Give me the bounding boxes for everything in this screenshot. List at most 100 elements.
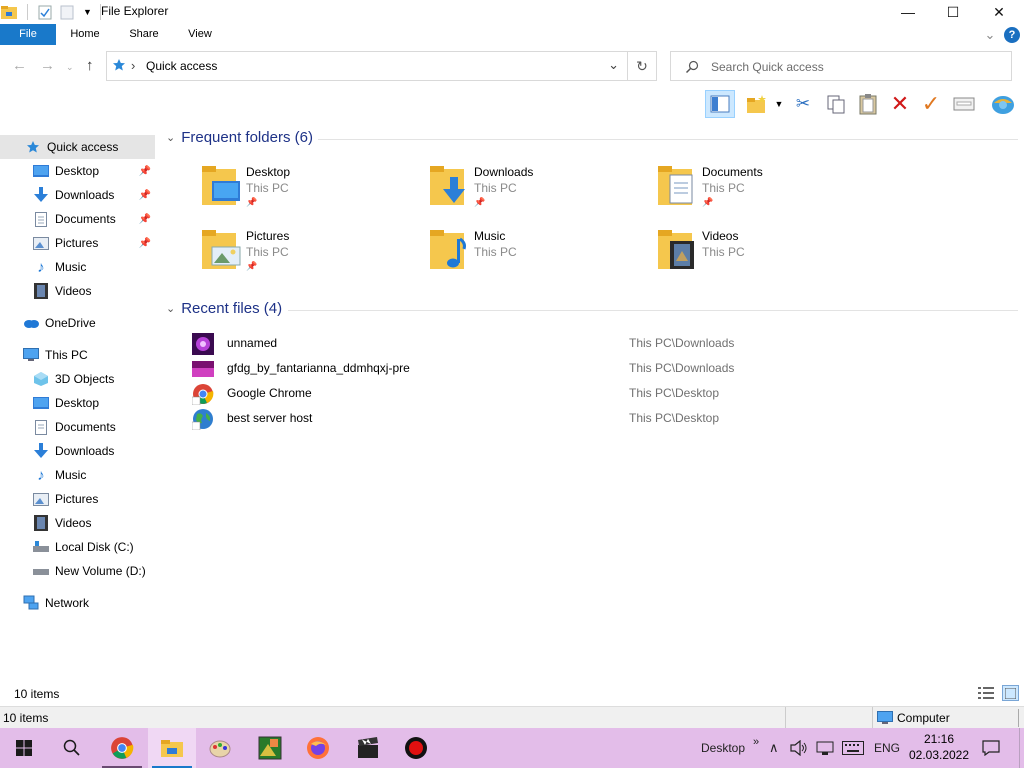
hidden-icons-chevron-icon[interactable]: ∧	[769, 728, 779, 768]
desktop-toolbar-label[interactable]: Desktop	[701, 728, 745, 768]
nav-pc-music[interactable]: ♪ Music	[33, 463, 86, 487]
nav-pc-local-disk-label: Local Disk (C:)	[55, 540, 134, 554]
recent-file-row[interactable]: Google Chrome This PC\Desktop	[190, 381, 1010, 406]
nav-pc-documents[interactable]: Documents	[33, 415, 116, 439]
computer-icon	[877, 711, 893, 728]
record-taskbar-icon[interactable]	[392, 728, 440, 768]
pin-icon[interactable]: 📌	[139, 190, 151, 201]
navigation-pane-icon[interactable]	[705, 90, 735, 118]
nav-qa-desktop[interactable]: Desktop 📌	[33, 159, 155, 183]
nav-pc-videos[interactable]: Videos	[33, 511, 91, 535]
nav-qa-videos[interactable]: Videos	[33, 279, 155, 303]
network-tray-icon[interactable]	[816, 728, 834, 768]
frequent-folder-documents[interactable]: Documents This PC 📌	[656, 163, 856, 219]
notifications-icon[interactable]	[982, 728, 1000, 768]
back-button[interactable]: ←	[12, 57, 27, 74]
maximize-button[interactable]: ☐	[930, 0, 976, 24]
new-folder-dropdown-icon[interactable]: ▼	[770, 91, 788, 117]
tab-home[interactable]: Home	[62, 24, 108, 45]
tab-share[interactable]: Share	[122, 24, 166, 45]
this-pc-monitor-icon	[23, 347, 39, 363]
nav-quick-access[interactable]: Quick access	[0, 135, 155, 159]
properties-toolbar-icon[interactable]	[951, 91, 977, 117]
nav-onedrive[interactable]: OneDrive	[23, 311, 96, 335]
new-folder-qat-icon[interactable]	[59, 4, 75, 20]
pin-icon[interactable]: 📌	[139, 238, 151, 249]
search-input[interactable]: Search Quick access	[670, 51, 1012, 81]
quick-access-star-icon	[25, 139, 41, 155]
photos-app-taskbar-icon[interactable]	[246, 728, 294, 768]
copy-icon[interactable]	[823, 91, 849, 117]
file-explorer-taskbar-icon[interactable]	[148, 728, 196, 768]
options-globe-icon[interactable]	[990, 91, 1016, 117]
nav-qa-documents[interactable]: Documents 📌	[33, 207, 155, 231]
tab-file[interactable]: File	[0, 24, 56, 45]
recent-file-row[interactable]: gfdg_by_fantarianna_ddmhqxj-pre This PC\…	[190, 356, 1010, 381]
ribbon-expand-icon[interactable]: ⌄	[980, 24, 1000, 45]
rename-check-icon[interactable]: ✓	[918, 91, 944, 117]
folder-location: This PC	[474, 181, 517, 195]
nav-qa-music[interactable]: ♪ Music	[33, 255, 155, 279]
cut-icon[interactable]: ✂	[790, 91, 816, 117]
language-indicator[interactable]: ENG	[874, 728, 900, 768]
nav-qa-downloads[interactable]: Downloads 📌	[33, 183, 155, 207]
nav-pc-downloads[interactable]: Downloads	[33, 439, 114, 463]
frequent-folder-desktop[interactable]: Desktop This PC 📌	[200, 163, 400, 219]
new-folder-icon[interactable]	[744, 91, 770, 117]
minimize-button[interactable]: —	[885, 0, 931, 24]
recent-file-row[interactable]: unnamed This PC\Downloads	[190, 331, 1010, 356]
start-windows-icon[interactable]	[0, 728, 48, 768]
properties-icon[interactable]	[37, 4, 53, 20]
recent-locations-button[interactable]: ⌄	[66, 62, 74, 73]
volume-icon[interactable]	[790, 728, 808, 768]
large-icons-view-icon[interactable]	[1002, 685, 1019, 701]
chrome-taskbar-icon[interactable]	[98, 728, 146, 768]
clapperboard-taskbar-icon[interactable]	[344, 728, 392, 768]
recent-files-header[interactable]: ⌄ Recent files (4)	[166, 300, 282, 317]
nav-pc-pictures[interactable]: Pictures	[33, 487, 98, 511]
clock[interactable]: 21:16 02.03.2022	[908, 731, 970, 765]
nav-pc-desktop[interactable]: Desktop	[33, 391, 99, 415]
firefox-taskbar-icon[interactable]	[294, 728, 342, 768]
address-dropdown-icon[interactable]: ⌄	[608, 57, 619, 73]
frequent-folders-header[interactable]: ⌄ Frequent folders (6)	[166, 129, 313, 146]
paste-icon[interactable]	[855, 91, 881, 117]
nav-this-pc[interactable]: This PC	[23, 343, 88, 367]
toolbar-overflow-chevron[interactable]: »	[753, 722, 759, 762]
documents-icon	[33, 211, 49, 227]
address-bar[interactable]: › Quick access ⌄	[106, 51, 628, 81]
app-folder-icon[interactable]	[0, 3, 18, 21]
close-button[interactable]: ✕	[976, 0, 1022, 24]
nav-pc-3d-objects[interactable]: 3D Objects	[33, 367, 114, 391]
frequent-folder-music[interactable]: Music This PC	[428, 227, 628, 283]
frequent-folder-pictures[interactable]: Pictures This PC 📌	[200, 227, 400, 283]
frequent-folder-downloads[interactable]: Downloads This PC 📌	[428, 163, 628, 219]
forward-button[interactable]: →	[40, 57, 55, 74]
qat-customize-icon[interactable]: ▼	[83, 7, 92, 17]
frequent-folder-videos[interactable]: Videos This PC	[656, 227, 856, 283]
tab-view[interactable]: View	[180, 24, 220, 45]
nav-network[interactable]: Network	[23, 591, 89, 615]
pin-icon[interactable]: 📌	[139, 166, 151, 177]
up-button[interactable]: ↑	[86, 57, 94, 74]
nav-pc-local-disk[interactable]: Local Disk (C:)	[33, 535, 134, 559]
chrome-shortcut-icon	[192, 384, 214, 405]
clock-date: 02.03.2022	[908, 748, 970, 762]
collapse-chevron-icon[interactable]: ⌄	[166, 131, 175, 144]
nav-pc-new-volume[interactable]: New Volume (D:)	[33, 559, 146, 583]
breadcrumb-quick-access[interactable]: Quick access	[146, 59, 217, 73]
refresh-button[interactable]: ↻	[628, 51, 657, 81]
details-view-icon[interactable]	[978, 686, 994, 703]
pin-icon[interactable]: 📌	[139, 214, 151, 225]
search-icon[interactable]	[48, 728, 96, 768]
keyboard-icon[interactable]	[842, 728, 864, 768]
recent-file-row[interactable]: best server host This PC\Desktop	[190, 406, 1010, 431]
nav-qa-pictures[interactable]: Pictures 📌	[33, 231, 155, 255]
paint-taskbar-icon[interactable]	[196, 728, 244, 768]
folder-name: Desktop	[246, 165, 291, 179]
breadcrumb-separator[interactable]: ›	[131, 58, 135, 73]
delete-icon[interactable]: ✕	[887, 91, 913, 117]
show-desktop-button[interactable]	[1019, 728, 1024, 768]
help-icon[interactable]: ?	[1004, 27, 1020, 43]
collapse-chevron-icon[interactable]: ⌄	[166, 302, 175, 315]
